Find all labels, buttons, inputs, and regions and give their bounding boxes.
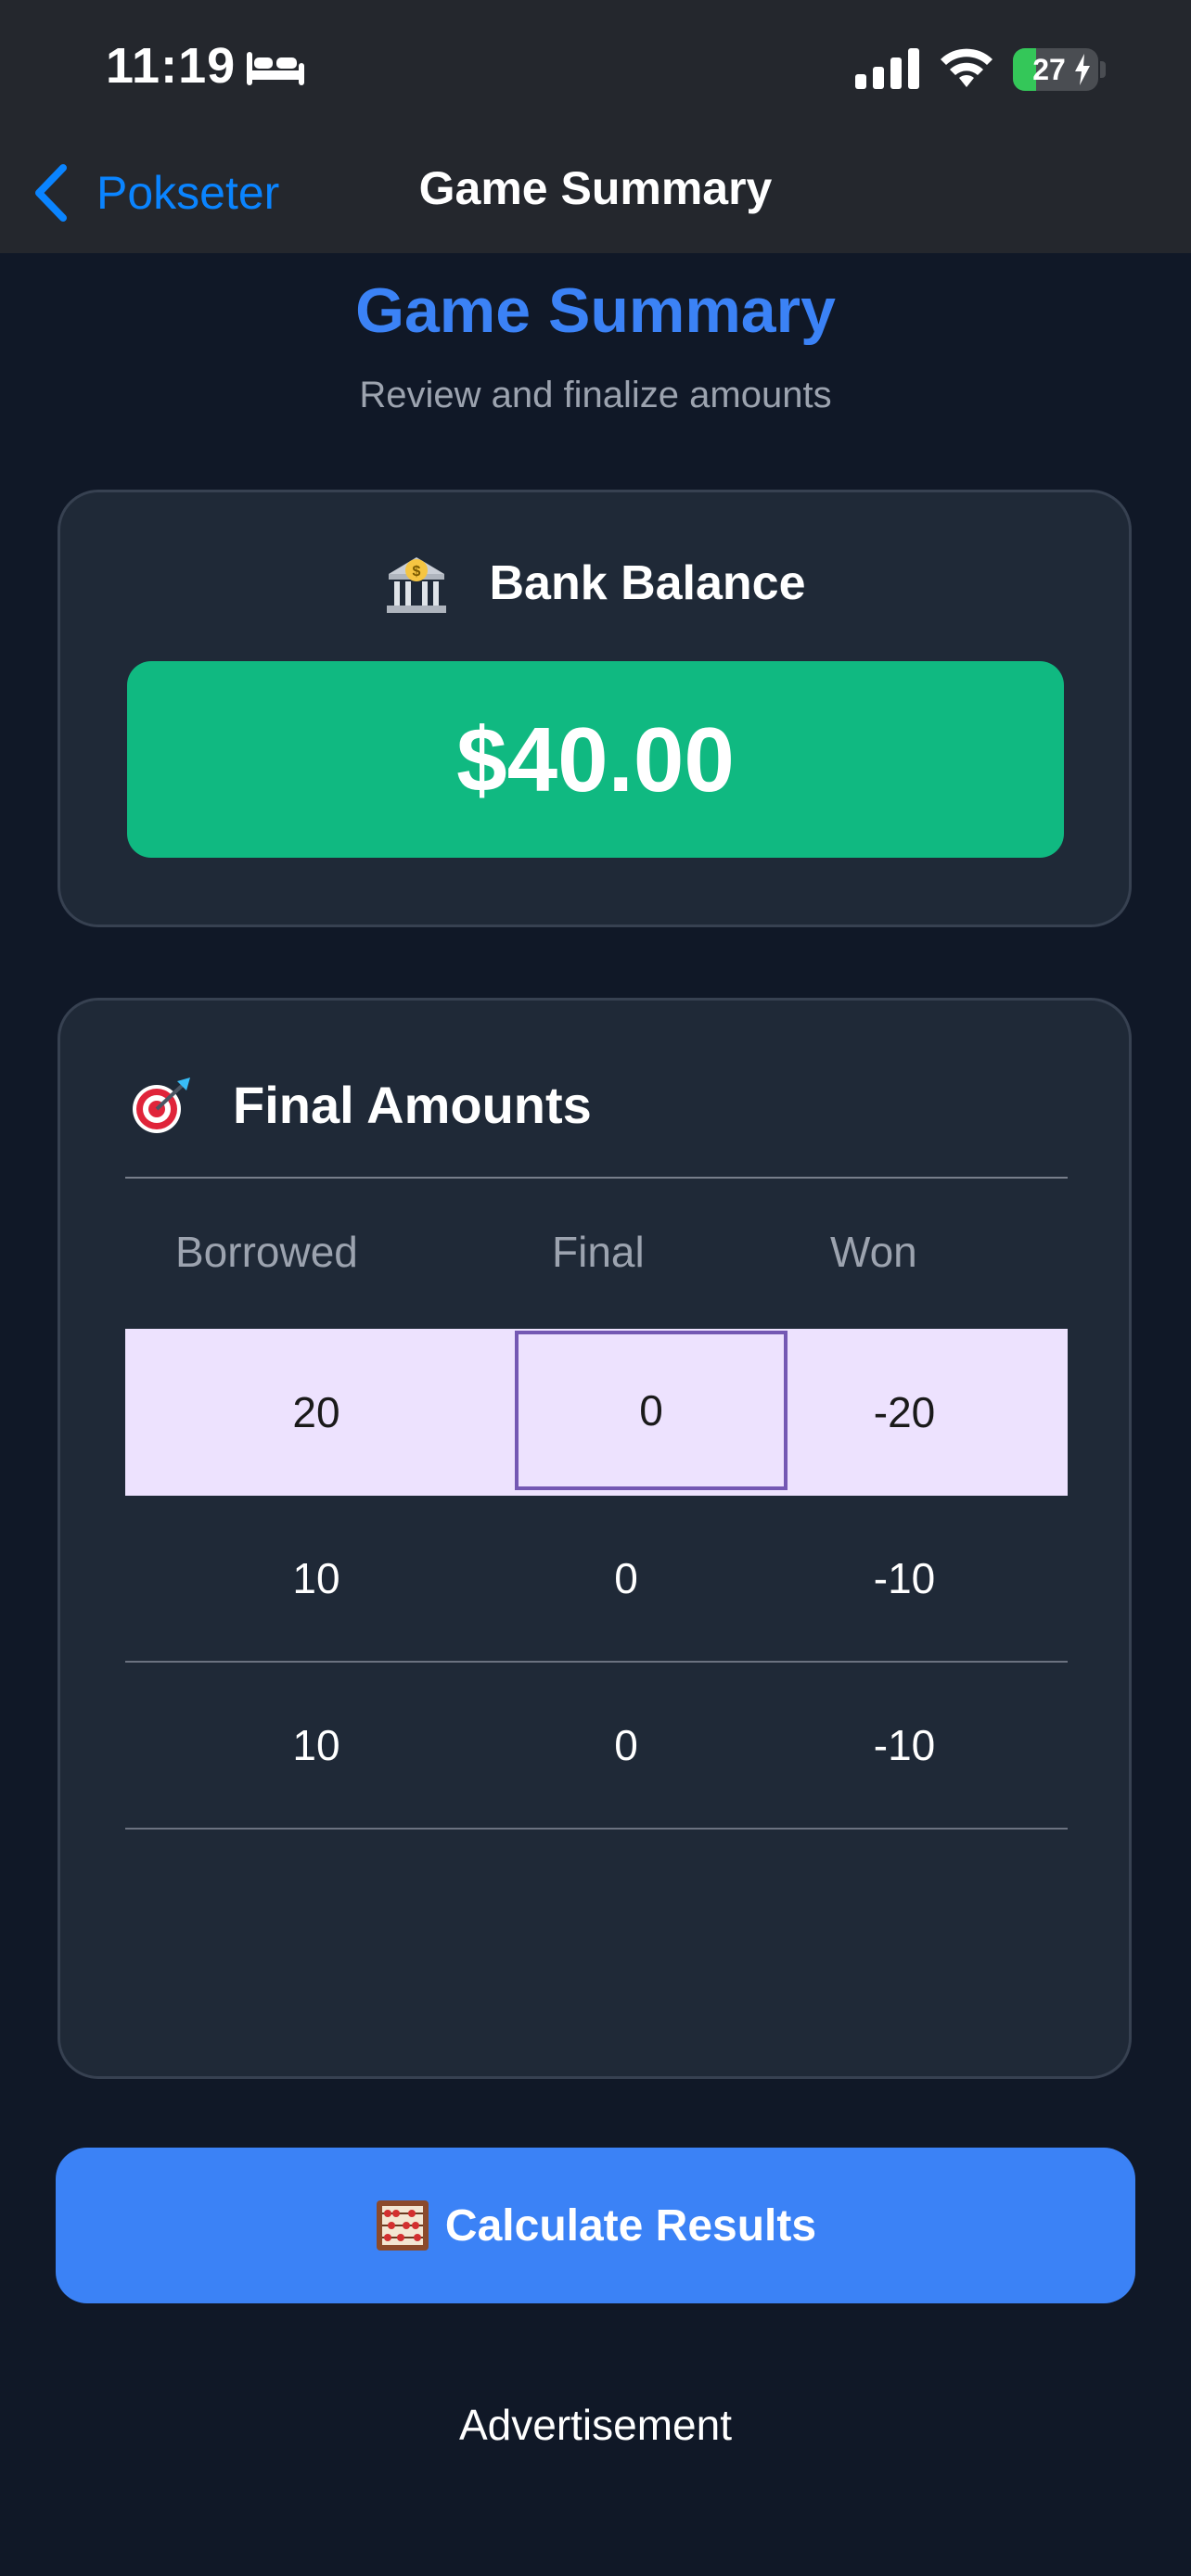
charging-bolt-icon xyxy=(1075,54,1090,85)
final-amount-cell[interactable]: 0 xyxy=(515,1496,737,1661)
final-amount-cell[interactable]: 0 xyxy=(515,1663,737,1828)
page-subtitle: Review and finalize amounts xyxy=(359,375,832,415)
bank-balance-title: Bank Balance xyxy=(489,556,806,610)
status-time: 11:19 xyxy=(106,38,237,94)
bank-balance-card: $ Bank Balance $40.00 xyxy=(58,490,1132,927)
final-amounts-header: Final Amounts xyxy=(129,1075,592,1135)
won-cell: -10 xyxy=(873,1554,936,1602)
nav-title: Game Summary xyxy=(418,162,773,214)
advertisement-label: Advertisement xyxy=(458,2401,732,2449)
abacus-icon xyxy=(376,2200,429,2251)
bed-icon xyxy=(247,52,304,85)
final-amount-input[interactable] xyxy=(515,1331,788,1490)
borrowed-cell: 10 xyxy=(292,1721,340,1769)
won-cell: -10 xyxy=(873,1721,936,1769)
bank-balance-header: $ Bank Balance xyxy=(60,550,1129,617)
bank-balance-amount: $40.00 xyxy=(127,661,1064,858)
won-cell: -20 xyxy=(873,1388,936,1436)
page-title: Game Summary xyxy=(355,275,836,346)
column-header-won: Won xyxy=(830,1228,917,1276)
screen: 11:19 27 Pokseter Game Summary Game Summ… xyxy=(0,0,1191,2576)
table-header: Borrowed Final Won xyxy=(125,1179,1068,1329)
bank-icon: $ xyxy=(387,557,447,613)
battery-indicator: 27 xyxy=(1013,48,1098,91)
table-row: 10 0 -10 xyxy=(125,1496,1068,1663)
borrowed-cell: 10 xyxy=(292,1554,340,1602)
table-row: 10 0 -10 xyxy=(125,1663,1068,1830)
borrowed-cell: 20 xyxy=(292,1388,340,1436)
cellular-signal-icon xyxy=(855,48,919,89)
svg-text:$: $ xyxy=(413,564,421,580)
calculate-results-label: Calculate Results xyxy=(444,2200,817,2251)
column-header-borrowed: Borrowed xyxy=(175,1228,358,1276)
column-header-final: Final xyxy=(552,1228,645,1276)
wifi-icon xyxy=(941,48,992,87)
final-amounts-card: Final Amounts Borrowed Final Won 20 -20 … xyxy=(58,998,1132,2079)
calculate-results-button[interactable]: Calculate Results xyxy=(56,2148,1135,2303)
battery-nub xyxy=(1100,61,1106,78)
table-row: 20 -20 xyxy=(125,1329,1068,1496)
target-icon xyxy=(133,1077,190,1133)
final-amounts-title: Final Amounts xyxy=(233,1076,592,1134)
final-amounts-table: Borrowed Final Won 20 -20 10 0 -10 10 0 … xyxy=(125,1177,1068,1830)
top-bar: 11:19 27 Pokseter Game Summary xyxy=(0,0,1191,253)
